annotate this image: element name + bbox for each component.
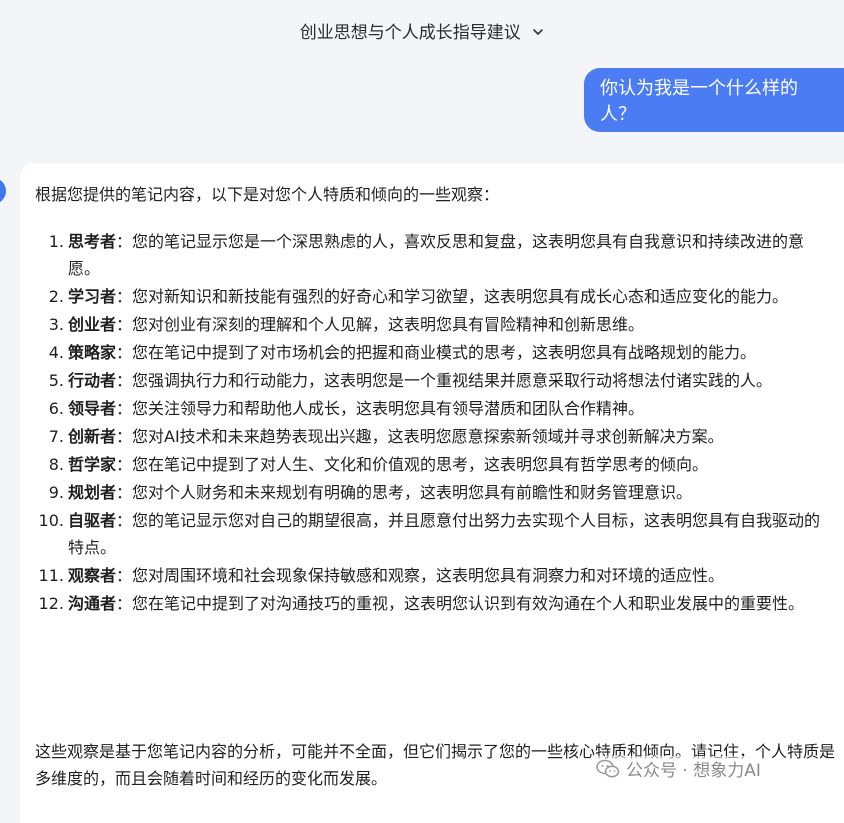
list-item: 7. 创新者：您对AI技术和未来趋势表现出兴趣，这表明您愿意探索新领域并寻求创新解… [0, 423, 844, 450]
list-item-number: 1. [48, 232, 64, 251]
list-item-term: 自驱者 [68, 511, 117, 530]
watermark: 公众号 · 想象力AI [596, 756, 761, 781]
list-item: 9. 规划者：您对个人财务和未来规划有明确的思考，这表明您具有前瞻性和财务管理意识… [0, 479, 844, 506]
list-item-number: 8. [48, 455, 64, 474]
traits-list: 1. 思考者：您的笔记显示您是一个深思熟虑的人，喜欢反思和复盘，这表明您具有自我意… [0, 228, 844, 618]
list-item: 11. 观察者：您对周围环境和社会现象保持敏感和观察，这表明您具有洞察力和对环境的… [0, 562, 844, 589]
list-item-number: 6. [48, 399, 64, 418]
list-item-text: ：您对周围环境和社会现象保持敏感和观察，这表明您具有洞察力和对环境的适应性。 [116, 566, 725, 585]
list-item-term: 观察者 [68, 566, 117, 585]
list-item-term: 沟通者 [68, 594, 117, 613]
list-item: 2. 学习者：您对新知识和新技能有强烈的好奇心和学习欲望，这表明您具有成长心态和适… [0, 283, 844, 310]
list-item: 12. 沟通者：您在笔记中提到了对沟通技巧的重视，这表明您认识到有效沟通在个人和职… [0, 590, 844, 617]
list-item-term: 规划者 [68, 483, 117, 502]
list-item: 10. 自驱者：您的笔记显示您对自己的期望很高，并且愿意付出努力去实现个人目标，这… [0, 507, 844, 561]
list-item-text: ：您对个人财务和未来规划有明确的思考，这表明您具有前瞻性和财务管理意识。 [116, 483, 693, 502]
list-item-term: 行动者 [68, 371, 117, 390]
list-item-text: ：您在笔记中提到了对人生、文化和价值观的思考，这表明您具有哲学思考的倾向。 [116, 455, 709, 474]
list-item-text: ：您在笔记中提到了对市场机会的把握和商业模式的思考，这表明您具有战略规划的能力。 [116, 343, 757, 362]
list-item-text: ：您的笔记显示您是一个深思熟虑的人，喜欢反思和复盘，这表明您具有自我意识和持续改… [68, 232, 805, 278]
chevron-down-icon [532, 23, 544, 43]
list-item: 3. 创业者：您对创业有深刻的理解和个人见解，这表明您具有冒险精神和创新思维。 [0, 311, 844, 338]
list-item-number: 5. [48, 371, 64, 390]
list-item-text: ：您对创业有深刻的理解和个人见解，这表明您具有冒险精神和创新思维。 [116, 315, 645, 334]
list-item-term: 策略家 [68, 343, 117, 362]
list-item-number: 10. [38, 511, 64, 530]
list-item: 1. 思考者：您的笔记显示您是一个深思熟虑的人，喜欢反思和复盘，这表明您具有自我意… [0, 228, 844, 282]
assistant-avatar-icon [0, 178, 6, 204]
list-item-number: 9. [48, 483, 64, 502]
user-message-bubble: 你认为我是一个什么样的人？ [584, 68, 844, 132]
list-item: 5. 行动者：您强调执行力和行动能力，这表明您是一个重视结果并愿意采取行动将想法付… [0, 367, 844, 394]
list-item-number: 3. [48, 315, 64, 334]
list-item-text: ：您在笔记中提到了对沟通技巧的重视，这表明您认识到有效沟通在个人和职业发展中的重… [116, 594, 805, 613]
list-item-term: 领导者 [68, 399, 117, 418]
list-item: 6. 领导者：您关注领导力和帮助他人成长，这表明您具有领导潜质和团队合作精神。 [0, 395, 844, 422]
list-item-text: ：您的笔记显示您对自己的期望很高，并且愿意付出努力去实现个人目标，这表明您具有自… [68, 511, 821, 557]
watermark-text: 公众号 · 想象力AI [626, 761, 761, 781]
list-item-text: ：您关注领导力和帮助他人成长，这表明您具有领导潜质和团队合作精神。 [116, 399, 645, 418]
list-item-number: 7. [48, 427, 64, 446]
list-item-number: 2. [48, 287, 64, 306]
conversation-title: 创业思想与个人成长指导建议 [299, 23, 521, 43]
answer-intro: 根据您提供的笔记内容，以下是对您个人特质和倾向的一些观察： [35, 185, 500, 204]
list-item-text: ：您对新知识和新技能有强烈的好奇心和学习欲望，这表明您具有成长心态和适应变化的能… [116, 287, 789, 306]
list-item-number: 4. [48, 343, 64, 362]
list-item: 8. 哲学家：您在笔记中提到了对人生、文化和价值观的思考，这表明您具有哲学思考的倾… [0, 451, 844, 478]
list-item-term: 思考者 [68, 232, 117, 251]
list-item-number: 12. [38, 594, 64, 613]
wechat-icon [596, 759, 620, 777]
list-item-number: 11. [38, 566, 64, 585]
list-item-term: 哲学家 [68, 455, 117, 474]
list-item-term: 创业者 [68, 315, 117, 334]
list-item-text: ：您强调执行力和行动能力，这表明您是一个重视结果并愿意采取行动将想法付诸实践的人… [116, 371, 773, 390]
list-item: 4. 策略家：您在笔记中提到了对市场机会的把握和商业模式的思考，这表明您具有战略规… [0, 339, 844, 366]
list-item-term: 创新者 [68, 427, 117, 446]
user-message-text: 你认为我是一个什么样的人？ [600, 78, 798, 125]
list-item-text: ：您对AI技术和未来趋势表现出兴趣，这表明您愿意探索新领域并寻求创新解决方案。 [116, 427, 724, 446]
conversation-title-dropdown[interactable]: 创业思想与个人成长指导建议 [0, 18, 844, 43]
list-item-term: 学习者 [68, 287, 117, 306]
